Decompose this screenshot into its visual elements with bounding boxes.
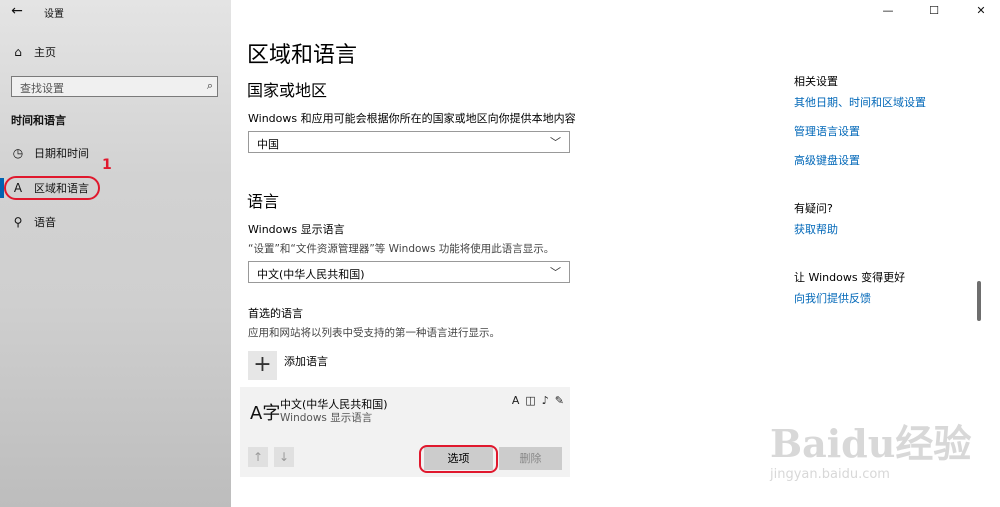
minimize-button[interactable]: —: [873, 4, 903, 17]
preferred-language-desc: 应用和网站将以列表中受支持的第一种语言进行显示。: [248, 327, 500, 339]
language-glyph-icon: A字: [250, 403, 281, 424]
home-icon: ⌂: [14, 45, 22, 59]
display-language-select[interactable]: 中文(中华人民共和国) ﹀: [248, 261, 570, 283]
chevron-down-icon: ﹀: [550, 136, 561, 149]
watermark: Baidu经验 jingyan.baidu.com: [760, 395, 990, 505]
display-language-label: Windows 显示语言: [248, 223, 345, 236]
country-label: Windows 和应用可能会根据你所在的国家或地区向你提供本地内容: [248, 112, 576, 125]
annotation-options-circle: [419, 445, 498, 473]
display-language-desc: “设置”和“文件资源管理器”等 Windows 功能将使用此语言显示。: [248, 243, 555, 255]
annotation-number: 1: [102, 157, 112, 173]
sidebar-item-label: 语音: [34, 216, 56, 229]
back-arrow-icon[interactable]: ←: [8, 2, 26, 20]
link-manage-language[interactable]: 管理语言设置: [794, 123, 860, 139]
country-value: 中国: [257, 138, 279, 151]
speech-icon: ♪: [541, 394, 549, 407]
handwriting-icon: ✎: [554, 394, 564, 407]
watermark-url: jingyan.baidu.com: [770, 467, 890, 482]
language-feature-icons: A ◫ ♪ ✎: [512, 394, 564, 407]
question-heading: 有疑问?: [794, 202, 833, 215]
sidebar-item-speech[interactable]: ⚲ 语音: [0, 209, 231, 235]
close-button[interactable]: ✕: [966, 4, 996, 17]
page-title: 区域和语言: [247, 43, 358, 68]
display-language-icon: A: [511, 394, 520, 407]
chevron-down-icon: ﹀: [550, 266, 561, 279]
search-input[interactable]: 查找设置 ⌕: [11, 76, 218, 97]
language-card-sub: Windows 显示语言: [280, 412, 373, 424]
maximize-button[interactable]: ☐: [919, 4, 949, 17]
link-advanced-keyboard[interactable]: 高级键盘设置: [794, 152, 860, 168]
annotation-circle: [4, 176, 100, 200]
app-title: 设置: [44, 9, 64, 20]
remove-button[interactable]: 删除: [499, 447, 562, 470]
nav-home-label: 主页: [34, 46, 56, 59]
microphone-icon: ⚲: [13, 215, 23, 229]
search-placeholder: 查找设置: [20, 82, 64, 95]
link-get-help[interactable]: 获取帮助: [794, 221, 838, 237]
move-up-button[interactable]: ↑: [248, 447, 268, 467]
language-heading: 语言: [247, 192, 280, 211]
move-down-button[interactable]: ↓: [274, 447, 294, 467]
search-icon[interactable]: ⌕: [207, 79, 213, 93]
language-card[interactable]: A字 中文(中华人民共和国) Windows 显示语言 A ◫ ♪ ✎ ↑ ↓ …: [240, 387, 570, 477]
add-language-button[interactable]: +: [248, 351, 277, 380]
preferred-language-label: 首选的语言: [248, 307, 303, 320]
plus-icon: +: [253, 352, 272, 377]
watermark-logo-text: Baidu经验: [770, 421, 972, 466]
clock-calendar-icon: ◷: [12, 146, 24, 160]
sidebar-item-date-time[interactable]: ◷ 日期和时间: [0, 140, 231, 166]
link-feedback[interactable]: 向我们提供反馈: [794, 290, 871, 306]
scrollbar-thumb[interactable]: [977, 281, 981, 321]
sidebar-item-label: 日期和时间: [34, 147, 89, 160]
sidebar-section-header: 时间和语言: [11, 114, 66, 127]
related-settings-heading: 相关设置: [794, 75, 838, 88]
link-other-date-time-region[interactable]: 其他日期、时间和区域设置: [794, 94, 926, 110]
nav-home[interactable]: ⌂ 主页: [0, 39, 231, 65]
country-select[interactable]: 中国 ﹀: [248, 131, 570, 153]
country-heading: 国家或地区: [247, 81, 328, 100]
keyboard-layout-icon: ◫: [525, 394, 536, 407]
display-language-value: 中文(中华人民共和国): [257, 268, 365, 281]
improve-heading: 让 Windows 变得更好: [794, 271, 906, 284]
add-language-label[interactable]: 添加语言: [284, 353, 328, 369]
sidebar: ← 设置 ⌂ 主页 查找设置 ⌕ 时间和语言 ◷ 日期和时间 A 区域和语言 1…: [0, 0, 231, 507]
